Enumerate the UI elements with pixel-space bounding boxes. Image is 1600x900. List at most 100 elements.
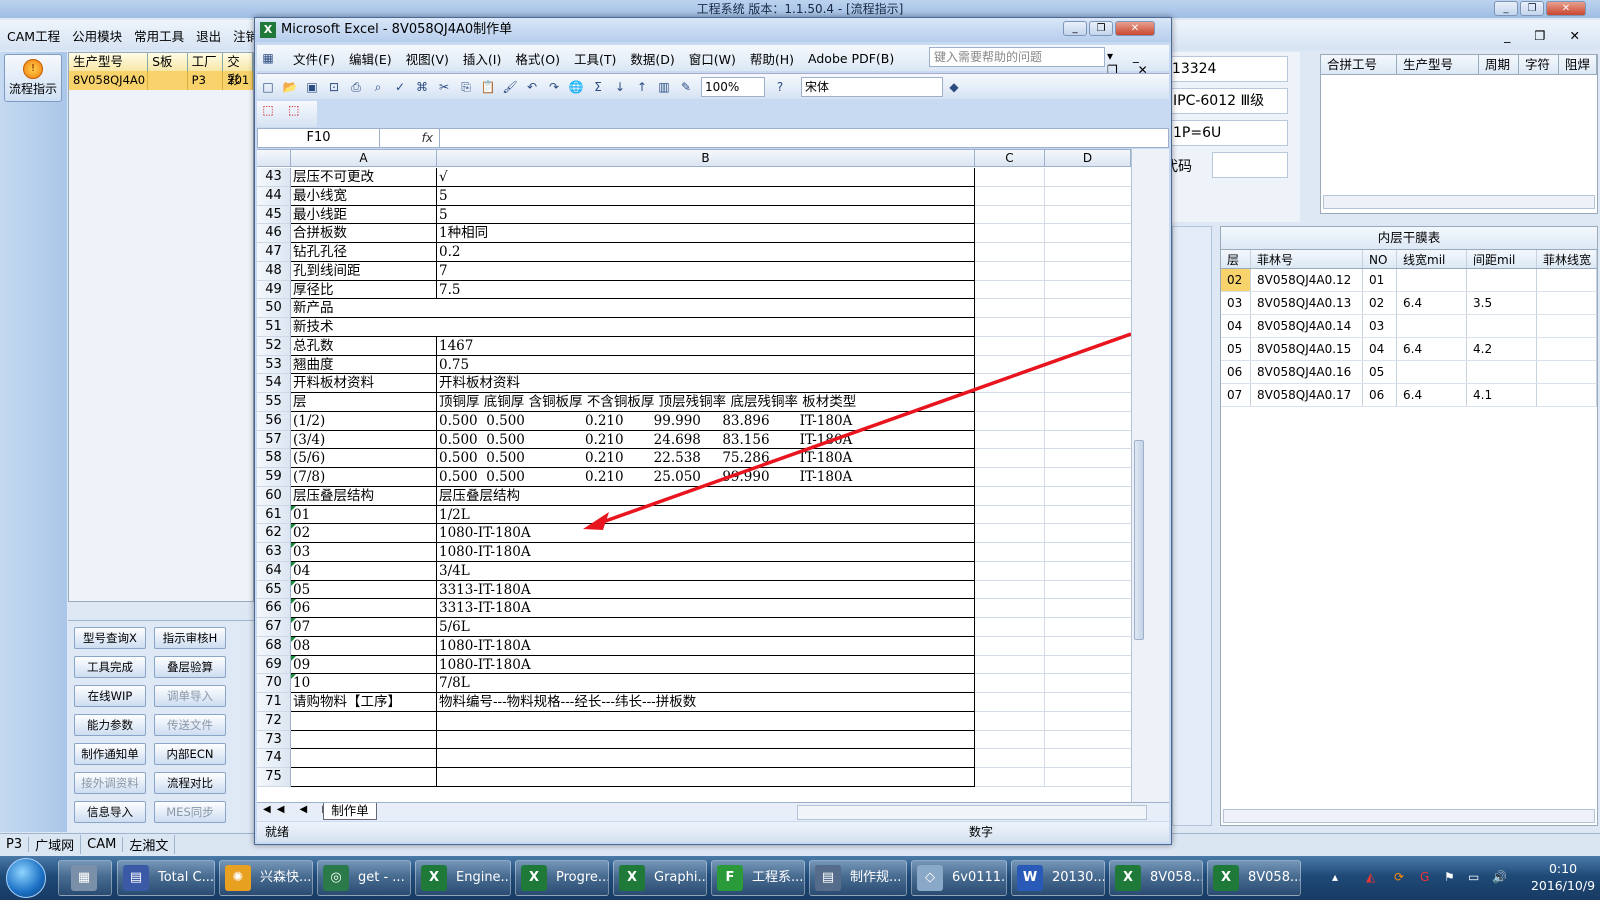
inner-film-row[interactable]: 04 8V058QJ4A0.14 03 [1221,315,1597,338]
sort-desc-icon[interactable]: ↑ [633,78,651,96]
flow-compare-button[interactable]: 流程对比 [154,772,226,794]
autosum-icon[interactable]: Σ [589,78,607,96]
menu-edit[interactable]: 编辑(E) [349,49,392,68]
help-icon[interactable]: ? [771,78,789,96]
taskbar-item[interactable]: X Graphi... [613,860,707,896]
vertical-scroll-thumb[interactable] [1134,440,1144,640]
taskbar-item[interactable]: ✺ 兴森快... [219,860,313,896]
menu-adobe-pdf[interactable]: Adobe PDF(B) [808,51,894,66]
menu-cam[interactable]: CAM工程 [7,26,60,45]
spell-icon[interactable]: ✓ [391,78,409,96]
chart-icon[interactable]: ▥ [655,78,673,96]
print-icon[interactable]: ⎙ [347,78,365,96]
taskbar-item[interactable]: X 8V058... [1109,860,1203,896]
preview-icon[interactable]: ⌕ [369,78,387,96]
minimize-icon[interactable]: _ [1494,1,1518,16]
cut-icon[interactable]: ✂ [435,78,453,96]
col-no[interactable]: NO [1363,250,1397,268]
copy-icon[interactable]: ⎘ [457,78,475,96]
col-s-board[interactable]: S板 [148,53,188,71]
close-icon[interactable]: ✕ [1546,1,1586,16]
product-grid-row[interactable]: 8V058QJ4A0 P3 201 [69,71,253,90]
tool-complete-button[interactable]: 工具完成 [74,656,146,678]
pdf-mail-icon[interactable]: ⬚ [285,101,303,119]
inner-film-scrollbar[interactable] [1223,809,1595,823]
inner-film-row[interactable]: 06 8V058QJ4A0.16 05 [1221,361,1597,384]
col-film-width[interactable]: 菲林线宽 [1537,250,1597,268]
inner-film-row[interactable]: 07 8V058QJ4A0.17 06 6.4 4.1 [1221,384,1597,407]
standard-field[interactable]: IPC-6012 Ⅲ级 [1168,88,1288,114]
inner-film-row[interactable]: 05 8V058QJ4A0.15 04 6.4 4.2 [1221,338,1597,361]
info-import-button[interactable]: 信息导入 [74,801,146,823]
menu-help[interactable]: 帮助(H) [750,49,794,68]
capability-button[interactable]: 能力参数 [74,714,146,736]
taskbar-item[interactable]: W 20130... [1011,860,1105,896]
tray-flag-icon[interactable]: ⚑ [1444,870,1455,884]
model-query-button[interactable]: 型号查询X [74,627,146,649]
tab-sheet[interactable]: 制作单 [323,803,377,820]
research-icon[interactable]: ⌘ [413,78,431,96]
external-data-button[interactable]: 接外调资料 [74,772,146,794]
tray-network-icon[interactable]: ▭ [1468,870,1479,884]
tray-expand-icon[interactable]: ▴ [1332,870,1338,884]
clock[interactable]: 0:10 2016/10/9 [1528,860,1598,894]
order-number-field[interactable]: 913324 [1158,56,1288,82]
menu-view[interactable]: 视图(V) [406,49,449,68]
drawing-icon[interactable]: ✎ [677,78,695,96]
review-button[interactable]: 指示审核H [154,627,226,649]
col-line-width[interactable]: 线宽mil [1397,250,1467,268]
tray-volume-icon[interactable]: 🔊 [1492,870,1507,884]
panel-field[interactable]: 1P=6U [1168,120,1288,146]
tray-app-icon[interactable]: ◭ [1366,870,1375,884]
permission-icon[interactable]: ⊡ [325,78,343,96]
col-film-no[interactable]: 菲林号 [1251,250,1363,268]
open-icon[interactable]: 📂 [281,78,299,96]
mdi-window-controls[interactable]: _ ❐ ✕ [1504,28,1590,43]
menu-window[interactable]: 窗口(W) [689,49,736,68]
sort-asc-icon[interactable]: ↓ [611,78,629,96]
notice-button[interactable]: 制作通知单 [74,743,146,765]
menu-format[interactable]: 格式(O) [515,49,560,68]
redo-icon[interactable]: ↷ [545,78,563,96]
start-button[interactable] [6,858,46,898]
internal-ecn-button[interactable]: 内部ECN [154,743,226,765]
menu-data[interactable]: 数据(D) [630,49,674,68]
col-spacing[interactable]: 间距mil [1467,250,1537,268]
menu-tools[interactable]: 工具(T) [574,49,616,68]
menu-exit[interactable]: 退出 [196,26,221,45]
paste-icon[interactable]: 📋 [479,78,497,96]
flow-indicator-button[interactable]: ! 流程指示 [4,54,62,102]
stackup-check-button[interactable]: 叠层验算 [154,656,226,678]
name-box[interactable]: F10 [258,129,380,147]
col-cycle[interactable]: 周期 [1479,55,1519,74]
col-solder-mask[interactable]: 阻焊 [1559,55,1597,74]
taskbar-item[interactable]: X 8V058... [1207,860,1301,896]
fill-color-icon[interactable]: ◆ [945,78,963,96]
tray-net-icon[interactable]: ⟳ [1394,870,1404,884]
excel-close-icon[interactable]: ✕ [1115,21,1155,36]
taskbar-item[interactable]: X Progre... [515,860,609,896]
mes-sync-button[interactable]: MES同步 [154,801,226,823]
taskbar-item[interactable]: ▤ 制作规... [809,860,907,896]
col-delivery[interactable]: 交彩 [223,53,253,87]
tray-security-icon[interactable]: G [1420,870,1429,884]
help-search-input[interactable]: 键入需要帮助的问题 [929,47,1105,67]
new-icon[interactable]: □ [259,78,277,96]
taskbar-item[interactable]: F 工程系... [711,860,805,896]
taskbar-item[interactable]: X Engine... [415,860,511,896]
taskbar-item[interactable]: ◇ 6v0111... [911,860,1007,896]
import-button[interactable]: 调单导入 [154,685,226,707]
col-factory[interactable]: 工厂 [187,53,224,71]
worksheet-grid[interactable]: A B C D 43 层压不可更改 √ 44 最小线宽 5 45 最小线距 5 46 合拼板数 1种相… [257,149,1131,802]
customer-code-field[interactable] [1212,152,1288,178]
send-file-button[interactable]: 传送文件 [154,714,226,736]
hyperlink-icon[interactable]: 🌐 [567,78,585,96]
inner-film-row[interactable]: 03 8V058QJ4A0.13 02 6.4 3.5 [1221,292,1597,315]
online-wip-button[interactable]: 在线WIP [74,685,146,707]
status-plant[interactable]: P3 [0,837,30,852]
inner-film-row[interactable]: 02 8V058QJ4A0.12 01 [1221,269,1597,292]
excel-doc-icon[interactable]: ▦ [259,49,277,67]
excel-restore-icon[interactable]: ❐ [1089,21,1113,36]
task-calculator[interactable]: ▦ [58,860,112,896]
fx-icon[interactable]: fx [380,129,440,147]
